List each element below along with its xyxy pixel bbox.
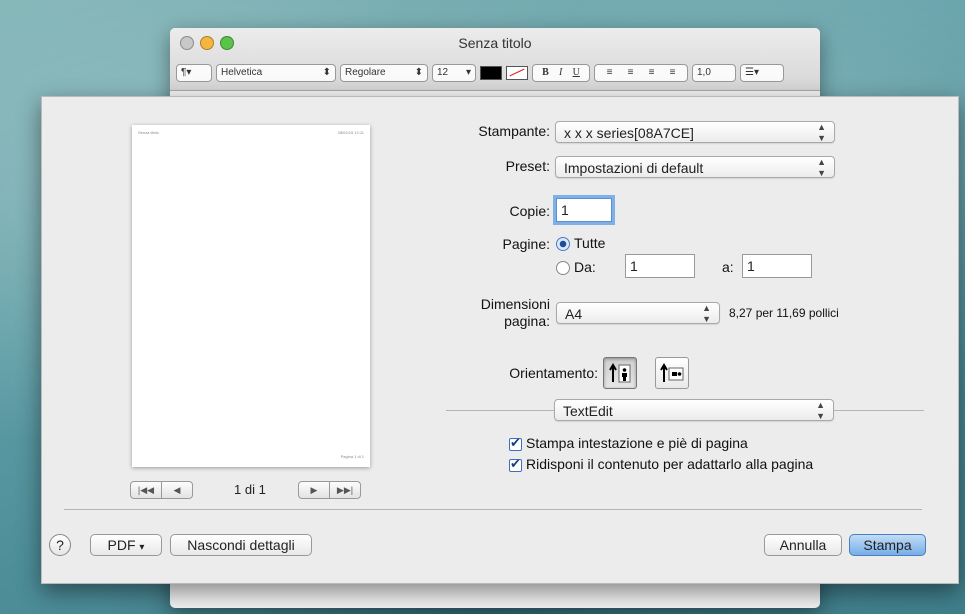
pages-to-label: a: xyxy=(722,259,734,275)
paper-size-label-line2: pagina: xyxy=(504,313,550,329)
pages-range-radio[interactable] xyxy=(556,261,570,275)
header-footer-label: Stampa intestazione e piè di pagina xyxy=(526,435,748,451)
next-page-icon[interactable]: ▶ xyxy=(298,481,330,499)
page-nav-forward: ▶ ▶▶| xyxy=(298,481,361,499)
preset-select[interactable]: Impostazioni di default ▲ ▼ xyxy=(555,156,835,178)
chevron-updown-icon: ▲ ▼ xyxy=(702,303,711,324)
copies-field[interactable]: 1 xyxy=(556,198,612,222)
window-title: Senza titolo xyxy=(458,35,532,51)
pages-to-field[interactable]: 1 xyxy=(742,254,812,278)
align-left-icon[interactable]: ≡ xyxy=(607,65,613,81)
pages-from-field[interactable]: 1 xyxy=(625,254,695,278)
paper-size-description: 8,27 per 11,69 pollici xyxy=(729,306,839,320)
page-nav-back: |◀◀ ◀ xyxy=(130,481,193,499)
pages-all-label: Tutte xyxy=(574,235,606,251)
font-style-value: Regolare xyxy=(345,67,386,78)
pdf-menu-button[interactable]: PDF ▾ xyxy=(90,534,162,556)
text-style-segment[interactable]: B I U xyxy=(532,64,590,82)
bold-button[interactable]: B xyxy=(542,65,549,81)
pdf-label: PDF xyxy=(107,537,136,553)
page-indicator: 1 di 1 xyxy=(234,482,266,497)
window-titlebar: Senza titolo ¶▾ Helvetica ⬍ Regolare ⬍ 12 ▾… xyxy=(170,28,820,91)
rewrap-label: Ridisponi il contenuto per adattarlo all… xyxy=(526,456,814,472)
pages-all-radio[interactable] xyxy=(556,237,570,251)
paper-size-label: Dimensioni pagina: xyxy=(432,296,550,330)
preset-label: Preset: xyxy=(505,158,550,174)
help-icon[interactable]: ? xyxy=(49,534,71,556)
paper-size-select[interactable]: A4 ▲ ▼ xyxy=(556,302,720,324)
chevron-down-icon: ▾ xyxy=(139,542,145,553)
font-family-value: Helvetica xyxy=(221,67,263,78)
cancel-button[interactable]: Annulla xyxy=(764,534,842,556)
chevron-updown-icon: ▲ ▼ xyxy=(816,400,825,421)
paragraph-style-button[interactable]: ¶▾ xyxy=(176,64,212,82)
line-spacing-select[interactable]: 1,0 xyxy=(692,64,736,82)
pages-from-label: Da: xyxy=(574,259,596,275)
paper-size-value: A4 xyxy=(565,306,583,322)
section-divider-right xyxy=(834,410,924,411)
prev-page-icon[interactable]: ◀ xyxy=(162,481,193,499)
chevron-updown-icon: ⬍ xyxy=(322,67,331,78)
align-justify-icon[interactable]: ≡ xyxy=(670,65,676,81)
font-size-field[interactable]: 12 ▾ xyxy=(432,64,476,82)
print-sheet: Senza titolo 28/02/15 12:11 Pagina 1 di … xyxy=(41,96,959,584)
italic-button[interactable]: I xyxy=(559,65,562,81)
font-family-select[interactable]: Helvetica ⬍ xyxy=(216,64,336,82)
printer-label: Stampante: xyxy=(478,123,550,139)
chevron-updown-icon: ⬍ xyxy=(414,67,423,78)
chevron-down-icon: ▾ xyxy=(465,67,471,78)
app-options-select[interactable]: TextEdit ▲ ▼ xyxy=(554,399,834,421)
first-page-icon[interactable]: |◀◀ xyxy=(130,481,162,499)
copies-label: Copie: xyxy=(509,203,550,219)
portrait-icon[interactable] xyxy=(603,357,637,389)
pages-label: Pagine: xyxy=(502,236,550,252)
underline-button[interactable]: U xyxy=(573,65,580,81)
chevron-updown-icon: ▲ ▼ xyxy=(817,157,826,178)
font-size-value: 12 xyxy=(437,67,449,78)
alignment-segment[interactable]: ≡ ≡ ≡ ≡ xyxy=(594,64,688,82)
preview-header-left: Senza titolo xyxy=(138,130,159,135)
line-spacing-value: 1,0 xyxy=(697,67,711,78)
paper-size-label-line1: Dimensioni xyxy=(480,296,550,312)
header-footer-checkbox[interactable] xyxy=(509,435,522,451)
chevron-updown-icon: ▲ ▼ xyxy=(817,122,826,143)
preview-footer: Pagina 1 di 1 xyxy=(340,454,364,459)
align-center-icon[interactable]: ≡ xyxy=(628,65,634,81)
hide-details-button[interactable]: Nascondi dettagli xyxy=(170,534,312,556)
align-right-icon[interactable]: ≡ xyxy=(649,65,655,81)
preset-value: Impostazioni di default xyxy=(564,160,704,176)
background-color-swatch[interactable] xyxy=(506,66,528,80)
text-color-swatch[interactable] xyxy=(480,66,502,80)
format-toolbar: ¶▾ Helvetica ⬍ Regolare ⬍ 12 ▾ B I U ≡ ≡ ≡ … xyxy=(176,64,784,82)
last-page-icon[interactable]: ▶▶| xyxy=(330,481,361,499)
print-button[interactable]: Stampa xyxy=(849,534,926,556)
orientation-label: Orientamento: xyxy=(509,365,598,381)
rewrap-checkbox[interactable] xyxy=(509,456,522,472)
printer-value: x x x series[08A7CE] xyxy=(564,125,694,141)
app-options-value: TextEdit xyxy=(563,403,613,419)
section-divider-left xyxy=(446,410,554,411)
landscape-icon[interactable] xyxy=(655,357,689,389)
page-preview: Senza titolo 28/02/15 12:11 Pagina 1 di … xyxy=(132,125,370,467)
printer-select[interactable]: x x x series[08A7CE] ▲ ▼ xyxy=(555,121,835,143)
font-style-select[interactable]: Regolare ⬍ xyxy=(340,64,428,82)
preview-header-right: 28/02/15 12:11 xyxy=(337,130,364,135)
footer-divider xyxy=(64,509,922,510)
list-style-select[interactable]: ☰▾ xyxy=(740,64,784,82)
